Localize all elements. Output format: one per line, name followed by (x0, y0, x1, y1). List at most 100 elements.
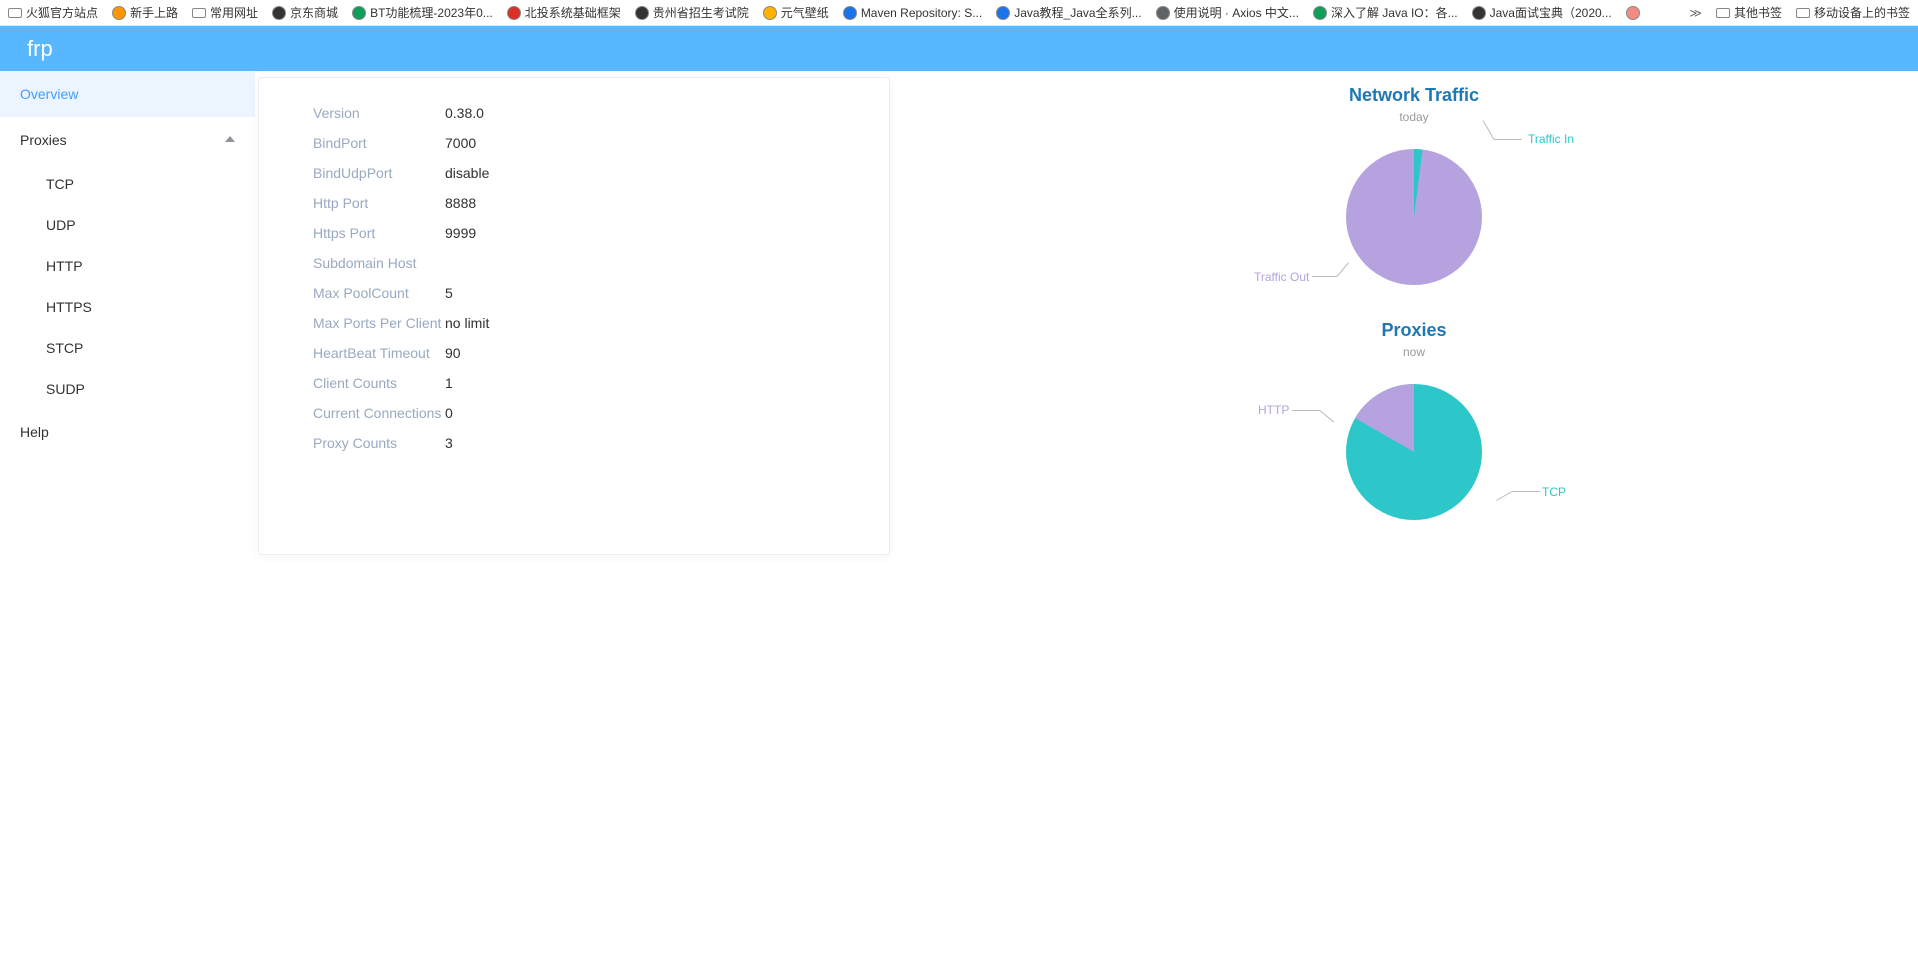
info-value: 7000 (445, 135, 476, 151)
bookmark-label: 贵州省招生考试院 (653, 4, 749, 21)
pie-label-tcp: TCP (1542, 485, 1566, 499)
sidebar-subitem-sudp[interactable]: SUDP (0, 368, 255, 409)
sidebar-subitem-stcp[interactable]: STCP (0, 327, 255, 368)
sidebar-item-label: HTTPS (46, 299, 92, 315)
chart-subtitle: today (930, 110, 1898, 124)
info-label: BindPort (313, 135, 445, 151)
info-row: Http Port8888 (259, 188, 889, 218)
info-value: no limit (445, 315, 489, 331)
bookmark-label: 常用网址 (210, 4, 258, 21)
site-icon (635, 6, 649, 20)
chart-network-traffic: Network Traffic today Traffic In Traffic… (930, 85, 1898, 302)
sidebar-item-label: HTTP (46, 258, 83, 274)
info-label: HeartBeat Timeout (313, 345, 445, 361)
chart-proxies: Proxies now HTTP TCP (930, 320, 1898, 537)
info-row: Current Connections0 (259, 398, 889, 428)
bookmark-item[interactable]: 常用网址 (192, 4, 258, 21)
bookmark-label: 火狐官方站点 (26, 4, 98, 21)
info-row: Version0.38.0 (259, 98, 889, 128)
info-label: Max PoolCount (313, 285, 445, 301)
folder-icon (192, 8, 206, 18)
bookmark-label: Maven Repository: S... (861, 6, 982, 20)
bookmark-overflow-icon[interactable]: ≫ (1689, 6, 1702, 20)
bookmark-label: 移动设备上的书签 (1814, 4, 1910, 21)
sidebar-subitem-https[interactable]: HTTPS (0, 286, 255, 327)
pie-label-http: HTTP (1258, 403, 1289, 417)
site-icon (1626, 6, 1640, 20)
info-row: Max Ports Per Clientno limit (259, 308, 889, 338)
bookmark-item[interactable]: BT功能梳理-2023年0... (352, 4, 493, 21)
bookmark-item[interactable]: Maven Repository: S... (843, 6, 982, 20)
sidebar-item-label: STCP (46, 340, 83, 356)
bookmark-label: Java面试宝典（2020... (1490, 4, 1612, 21)
site-icon (1156, 6, 1170, 20)
bookmark-label: 其他书签 (1734, 4, 1782, 21)
bookmark-item[interactable]: 深入了解 Java IO：各... (1313, 4, 1458, 21)
site-icon (272, 6, 286, 20)
site-icon (507, 6, 521, 20)
info-row: Client Counts1 (259, 368, 889, 398)
info-value: 3 (445, 435, 453, 451)
info-row: BindPort7000 (259, 128, 889, 158)
info-label: Client Counts (313, 375, 445, 391)
bookmark-label: BT功能梳理-2023年0... (370, 4, 493, 21)
info-value: 5 (445, 285, 453, 301)
bookmark-label: 新手上路 (130, 4, 178, 21)
bookmark-item[interactable]: 火狐官方站点 (8, 4, 98, 21)
info-label: Current Connections (313, 405, 445, 421)
bookmark-item[interactable] (1626, 6, 1644, 20)
bookmark-item[interactable]: 新手上路 (112, 4, 178, 21)
info-row: Subdomain Host (259, 248, 889, 278)
sidebar-item-label: TCP (46, 176, 74, 192)
info-label: Proxy Counts (313, 435, 445, 451)
sidebar-item-label: Proxies (20, 132, 67, 148)
bookmark-item[interactable]: 贵州省招生考试院 (635, 4, 749, 21)
bookmark-label: 深入了解 Java IO：各... (1331, 4, 1458, 21)
sidebar-item-label: Help (20, 424, 49, 440)
sidebar-subitem-tcp[interactable]: TCP (0, 163, 255, 204)
folder-icon (8, 8, 22, 18)
site-icon (996, 6, 1010, 20)
pie-chart-traffic (1329, 132, 1499, 302)
chevron-up-icon (225, 136, 235, 142)
info-label: Http Port (313, 195, 445, 211)
bookmark-item[interactable]: 其他书签 (1716, 4, 1782, 21)
folder-icon (1796, 8, 1810, 18)
bookmark-label: 北投系统基础框架 (525, 4, 621, 21)
sidebar-item-overview[interactable]: Overview (0, 71, 255, 117)
sidebar-item-help[interactable]: Help (0, 409, 255, 455)
sidebar-item-proxies[interactable]: Proxies (0, 117, 255, 163)
info-row: BindUdpPortdisable (259, 158, 889, 188)
bookmark-bar: 火狐官方站点 新手上路 常用网址 京东商城 BT功能梳理-2023年0... 北投系统基础… (0, 0, 1918, 26)
site-icon (112, 6, 126, 20)
bookmark-item[interactable]: 京东商城 (272, 4, 338, 21)
bookmark-label: 京东商城 (290, 4, 338, 21)
pie-label-traffic-in: Traffic In (1528, 132, 1574, 146)
folder-icon (1716, 8, 1730, 18)
site-icon (1313, 6, 1327, 20)
app-header: frp (0, 26, 1918, 71)
sidebar-item-label: Overview (20, 86, 78, 102)
info-label: Https Port (313, 225, 445, 241)
info-value: 1 (445, 375, 453, 391)
bookmark-label: 元气壁纸 (781, 4, 829, 21)
info-value: 9999 (445, 225, 476, 241)
bookmark-item[interactable]: 北投系统基础框架 (507, 4, 621, 21)
sidebar-subitem-http[interactable]: HTTP (0, 245, 255, 286)
pie-chart-proxies (1329, 367, 1499, 537)
info-label: Subdomain Host (313, 255, 445, 271)
info-label: Max Ports Per Client (313, 315, 445, 331)
info-value: 8888 (445, 195, 476, 211)
info-label: BindUdpPort (313, 165, 445, 181)
sidebar-subitem-udp[interactable]: UDP (0, 204, 255, 245)
bookmark-item[interactable]: Java面试宝典（2020... (1472, 4, 1612, 21)
bookmark-item[interactable]: 元气壁纸 (763, 4, 829, 21)
sidebar: Overview Proxies TCP UDP HTTP HTTPS STCP SUDP… (0, 71, 255, 555)
info-value: 0.38.0 (445, 105, 484, 121)
info-card: Version0.38.0BindPort7000BindUdpPortdisa… (258, 77, 890, 555)
bookmark-item[interactable]: 使用说明 · Axios 中文... (1156, 4, 1299, 21)
app-title: frp (27, 36, 53, 62)
bookmark-item[interactable]: Java教程_Java全系列... (996, 4, 1141, 21)
chart-title: Proxies (930, 320, 1898, 341)
bookmark-item[interactable]: 移动设备上的书签 (1796, 4, 1910, 21)
